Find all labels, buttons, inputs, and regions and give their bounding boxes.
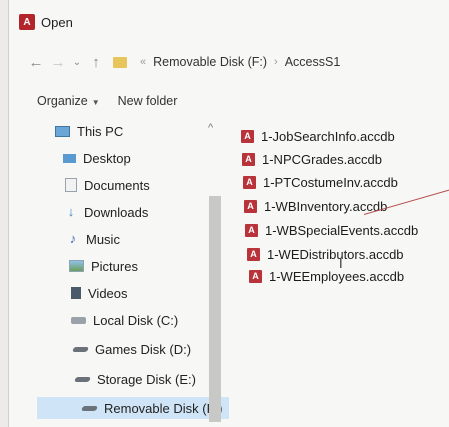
file-name: 1-JobSearchInfo.accdb — [261, 128, 395, 144]
file-name: 1-PTCostumeInv.accdb — [263, 174, 398, 190]
sidebar-item-documents[interactable]: Documents — [65, 174, 150, 196]
disk-icon — [71, 316, 86, 324]
sidebar-item-label: Music — [86, 231, 120, 247]
list-item[interactable]: A 1-JobSearchInfo.accdb — [241, 126, 395, 146]
file-name: 1-WEEmployees.accdb — [269, 268, 405, 284]
sidebar-item-games-disk[interactable]: Games Disk (D:) — [72, 338, 192, 360]
sidebar-item-removable-disk[interactable]: Removable Disk (F:) — [37, 397, 229, 419]
sidebar-item-storage-disk[interactable]: Storage Disk (E:) — [74, 368, 196, 390]
sidebar-item-label: Removable Disk (F:) — [104, 400, 223, 416]
new-folder-button[interactable]: New folder — [118, 94, 178, 108]
sidebar-item-downloads[interactable]: ↓ Downloads — [65, 201, 149, 223]
breadcrumb-item[interactable]: Removable Disk (F:) — [153, 55, 267, 69]
sidebar-item-label: Pictures — [91, 258, 138, 274]
text-cursor-icon: I — [339, 256, 343, 271]
organize-label: Organize — [37, 94, 88, 108]
pictures-icon — [69, 260, 84, 272]
forward-icon[interactable]: → — [47, 54, 69, 71]
drive-icon — [72, 346, 89, 352]
file-name: 1-NPCGrades.accdb — [262, 151, 382, 167]
access-file-icon: A — [249, 269, 262, 283]
access-file-icon: A — [245, 223, 258, 237]
sidebar-item-pictures[interactable]: Pictures — [69, 255, 138, 277]
sidebar-item-label: Games Disk (D:) — [95, 341, 192, 357]
back-icon[interactable]: ← — [25, 54, 47, 71]
sidebar-item-desktop[interactable]: Desktop — [63, 147, 131, 169]
list-item[interactable]: A 1-NPCGrades.accdb — [242, 149, 382, 169]
window-title: Open — [41, 14, 73, 30]
list-item[interactable]: A 1-WEDistributors.accdb — [247, 244, 404, 264]
list-item[interactable]: A 1-WBSpecialEvents.accdb — [245, 220, 418, 240]
sidebar-item-label: Desktop — [83, 150, 131, 166]
list-item[interactable]: A 1-WEEmployees.accdb — [249, 266, 404, 286]
file-name: 1-WBSpecialEvents.accdb — [265, 222, 419, 238]
recent-locations-icon[interactable]: ⌄ — [69, 57, 85, 68]
organize-button[interactable]: Organize ▼ — [37, 94, 100, 108]
file-name: 1-WEDistributors.accdb — [267, 246, 404, 262]
access-file-icon: A — [247, 247, 260, 261]
sidebar-item-this-pc[interactable]: This PC — [55, 120, 123, 142]
desktop-icon — [63, 153, 76, 163]
sidebar-item-label: Storage Disk (E:) — [97, 371, 196, 387]
overflow-icon[interactable]: « — [140, 56, 146, 68]
sidebar-item-label: Videos — [88, 285, 128, 301]
list-item[interactable]: A 1-PTCostumeInv.accdb — [243, 172, 398, 192]
sidebar-item-videos[interactable]: Videos — [71, 282, 128, 304]
pc-icon — [55, 125, 70, 137]
sidebar-item-local-disk[interactable]: Local Disk (C:) — [71, 309, 178, 331]
breadcrumb-item[interactable]: AccessS1 — [285, 55, 341, 69]
chevron-down-icon: ▼ — [91, 98, 100, 107]
access-file-icon: A — [243, 175, 256, 189]
access-file-icon: A — [242, 152, 255, 166]
sidebar-scrollbar[interactable] — [208, 116, 222, 427]
navigation-pane: ^ This PC Desktop Documents ↓ Downloads … — [37, 118, 235, 427]
sidebar-item-label: This PC — [77, 123, 124, 139]
sidebar-item-label: Downloads — [84, 204, 149, 220]
toolbar: Organize ▼ New folder — [37, 90, 177, 112]
music-icon: ♪ — [69, 231, 77, 246]
sidebar-item-label: Documents — [84, 177, 150, 193]
breadcrumb-separator: › — [274, 56, 278, 68]
sidebar-item-label: Local Disk (C:) — [93, 312, 179, 328]
scrollbar-thumb[interactable] — [209, 196, 221, 422]
downloads-icon: ↓ — [67, 204, 75, 219]
navigation-bar: ← → ⌄ ↑ « Removable Disk (F:) › AccessS1 — [25, 50, 445, 74]
title-bar: A Open — [19, 11, 73, 33]
open-dialog: A Open ← → ⌄ ↑ « Removable Disk (F:) › A… — [8, 0, 449, 427]
file-name: 1-WBInventory.accdb — [264, 198, 388, 214]
up-icon[interactable]: ↑ — [85, 54, 107, 71]
access-file-icon: A — [241, 129, 254, 143]
documents-icon — [65, 178, 77, 192]
folder-icon — [113, 56, 127, 68]
access-app-icon: A — [19, 14, 35, 30]
drive-icon — [74, 376, 91, 382]
videos-icon — [71, 287, 81, 299]
drive-icon — [81, 405, 98, 411]
sidebar-item-music[interactable]: ♪ Music — [67, 228, 120, 250]
access-file-icon: A — [244, 199, 257, 213]
